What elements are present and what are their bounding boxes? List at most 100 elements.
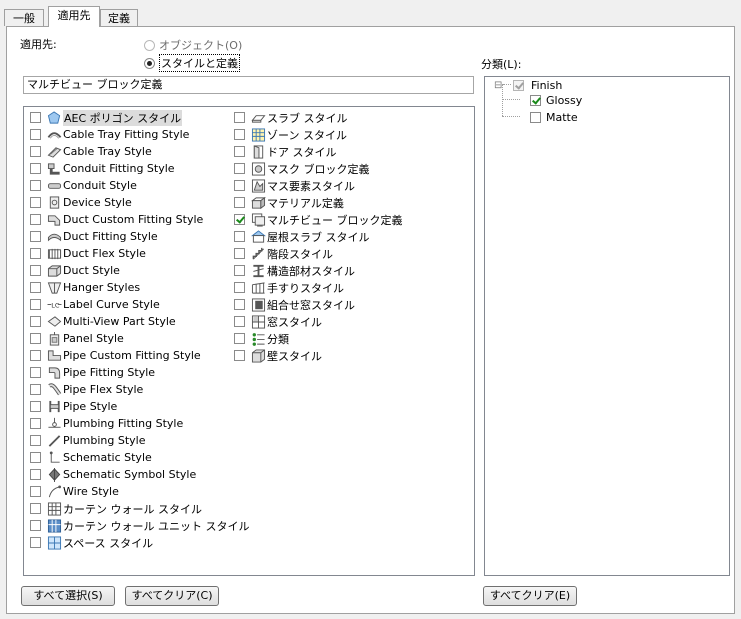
style-item-schematic[interactable]: Schematic Style <box>30 449 152 466</box>
style-checkbox-mask-block[interactable] <box>234 163 245 174</box>
style-item-stair[interactable]: 階段スタイル <box>234 245 333 262</box>
style-item-mask-block[interactable]: マスク ブロック定義 <box>234 160 370 177</box>
style-item-material[interactable]: マテリアル定義 <box>234 194 344 211</box>
style-checkbox-schematic-symbol[interactable] <box>30 469 41 480</box>
style-checkbox-duct-flex[interactable] <box>30 248 41 259</box>
style-checkbox-zone[interactable] <box>234 129 245 140</box>
style-item-classification[interactable]: 分類 <box>234 330 289 347</box>
style-item-cable-tray[interactable]: Cable Tray Style <box>30 143 152 160</box>
style-checkbox-plumbing-fitting[interactable] <box>30 418 41 429</box>
style-checkbox-panel[interactable] <box>30 333 41 344</box>
style-item-wall[interactable]: 壁スタイル <box>234 347 322 364</box>
style-checkbox-plumbing[interactable] <box>30 435 41 446</box>
style-item-panel[interactable]: Panel Style <box>30 330 124 347</box>
style-item-label-curve[interactable]: LC Label Curve Style <box>30 296 160 313</box>
style-item-plumbing-fitting[interactable]: Plumbing Fitting Style <box>30 415 183 432</box>
style-item-device[interactable]: Device Style <box>30 194 132 211</box>
style-item-mass-element[interactable]: マス要素スタイル <box>234 177 355 194</box>
radio-style-definition-button[interactable] <box>144 57 155 69</box>
tree-node-glossy[interactable]: Glossy <box>530 92 582 109</box>
style-item-roof-slab[interactable]: 屋根スラブ スタイル <box>234 228 370 245</box>
collapse-toggle-icon[interactable]: ⊟ <box>494 80 504 91</box>
style-item-multi-view-part[interactable]: Multi-View Part Style <box>30 313 176 330</box>
style-checkbox-wire[interactable] <box>30 486 41 497</box>
style-item-conduit-fitting[interactable]: Conduit Fitting Style <box>30 160 175 177</box>
select-all-button[interactable]: すべて選択(S) <box>21 586 115 606</box>
style-item-structural-member[interactable]: 構造部材スタイル <box>234 262 355 279</box>
style-item-door[interactable]: ドア スタイル <box>234 143 337 160</box>
style-item-pipe[interactable]: Pipe Style <box>30 398 117 415</box>
style-item-wire[interactable]: Wire Style <box>30 483 119 500</box>
style-item-plumbing[interactable]: Plumbing Style <box>30 432 146 449</box>
style-checkbox-cable-tray-fitting[interactable] <box>30 129 41 140</box>
style-checkbox-window-assembly[interactable] <box>234 299 245 310</box>
style-item-space[interactable]: スペース スタイル <box>30 534 153 551</box>
style-checkbox-device[interactable] <box>30 197 41 208</box>
style-checkbox-window[interactable] <box>234 316 245 327</box>
tab-definition[interactable]: 定義 <box>100 9 138 26</box>
style-checkbox-pipe-custom-fitting[interactable] <box>30 350 41 361</box>
style-checkbox-structural-member[interactable] <box>234 265 245 276</box>
style-item-multi-view-block[interactable]: マルチビュー ブロック定義 <box>234 211 403 228</box>
style-item-conduit[interactable]: Conduit Style <box>30 177 137 194</box>
style-checkbox-mass-element[interactable] <box>234 180 245 191</box>
style-checkbox-pipe-fitting[interactable] <box>30 367 41 378</box>
tab-general[interactable]: 一般 <box>4 9 44 26</box>
style-item-duct-fitting[interactable]: Duct Fitting Style <box>30 228 158 245</box>
style-checkbox-conduit-fitting[interactable] <box>30 163 41 174</box>
style-item-curtain-wall[interactable]: カーテン ウォール スタイル <box>30 500 202 517</box>
style-checkbox-space[interactable] <box>30 537 41 548</box>
style-checkbox-stair[interactable] <box>234 248 245 259</box>
style-checkbox-schematic[interactable] <box>30 452 41 463</box>
style-checkbox-cable-tray[interactable] <box>30 146 41 157</box>
style-list[interactable]: AEC ポリゴン スタイル Cable Tray Fitting Style Cab… <box>23 106 475 576</box>
style-checkbox-hanger[interactable] <box>30 282 41 293</box>
style-item-cable-tray-fitting[interactable]: Cable Tray Fitting Style <box>30 126 189 143</box>
tree-checkbox-glossy[interactable] <box>530 95 541 106</box>
clear-all-tree-button[interactable]: すべてクリア(E) <box>483 586 577 606</box>
clear-all-button[interactable]: すべてクリア(C) <box>125 586 219 606</box>
style-item-window-assembly[interactable]: 組合せ窓スタイル <box>234 296 355 313</box>
style-checkbox-door[interactable] <box>234 146 245 157</box>
style-item-duct[interactable]: Duct Style <box>30 262 120 279</box>
style-item-pipe-custom-fitting[interactable]: Pipe Custom Fitting Style <box>30 347 201 364</box>
style-item-pipe-flex[interactable]: Pipe Flex Style <box>30 381 143 398</box>
style-item-zone[interactable]: ゾーン スタイル <box>234 126 347 143</box>
style-checkbox-curtain-wall[interactable] <box>30 503 41 514</box>
style-item-window[interactable]: 窓スタイル <box>234 313 322 330</box>
style-item-duct-flex[interactable]: Duct Flex Style <box>30 245 146 262</box>
tab-apply-to[interactable]: 適用先 <box>48 6 100 27</box>
style-item-pipe-fitting[interactable]: Pipe Fitting Style <box>30 364 155 381</box>
style-checkbox-multi-view-part[interactable] <box>30 316 41 327</box>
style-checkbox-duct-fitting[interactable] <box>30 231 41 242</box>
style-checkbox-pipe-flex[interactable] <box>30 384 41 395</box>
style-item-aec-polygon[interactable]: AEC ポリゴン スタイル <box>30 109 183 126</box>
style-checkbox-duct-custom-fitting[interactable] <box>30 214 41 225</box>
style-item-hanger[interactable]: Hanger Styles <box>30 279 140 296</box>
style-item-railing[interactable]: 手すりスタイル <box>234 279 344 296</box>
style-checkbox-pipe[interactable] <box>30 401 41 412</box>
tree-checkbox-finish[interactable] <box>513 80 524 91</box>
style-checkbox-wall[interactable] <box>234 350 245 361</box>
filter-field[interactable]: マルチビュー ブロック定義 <box>23 76 474 94</box>
style-checkbox-roof-slab[interactable] <box>234 231 245 242</box>
style-checkbox-multi-view-block[interactable] <box>234 214 245 225</box>
style-checkbox-label-curve[interactable] <box>30 299 41 310</box>
style-item-duct-custom-fitting[interactable]: Duct Custom Fitting Style <box>30 211 203 228</box>
tree-checkbox-matte[interactable] <box>530 112 541 123</box>
style-checkbox-slab[interactable] <box>234 112 245 123</box>
style-item-schematic-symbol[interactable]: Schematic Symbol Style <box>30 466 196 483</box>
radio-style-definition[interactable]: スタイルと定義 <box>144 54 240 72</box>
style-checkbox-conduit[interactable] <box>30 180 41 191</box>
tree-node-matte[interactable]: Matte <box>530 109 578 126</box>
style-checkbox-duct[interactable] <box>30 265 41 276</box>
classification-tree[interactable]: ⊟ Finish Glossy Matte <box>484 76 730 576</box>
style-checkbox-aec-polygon[interactable] <box>30 112 41 123</box>
style-checkbox-curtain-wall-unit[interactable] <box>30 520 41 531</box>
style-checkbox-material[interactable] <box>234 197 245 208</box>
radio-object[interactable]: オブジェクト(O) <box>144 37 242 53</box>
radio-object-button[interactable] <box>144 39 155 51</box>
style-item-slab[interactable]: スラブ スタイル <box>234 109 348 126</box>
style-checkbox-classification[interactable] <box>234 333 245 344</box>
style-item-curtain-wall-unit[interactable]: カーテン ウォール ユニット スタイル <box>30 517 250 534</box>
